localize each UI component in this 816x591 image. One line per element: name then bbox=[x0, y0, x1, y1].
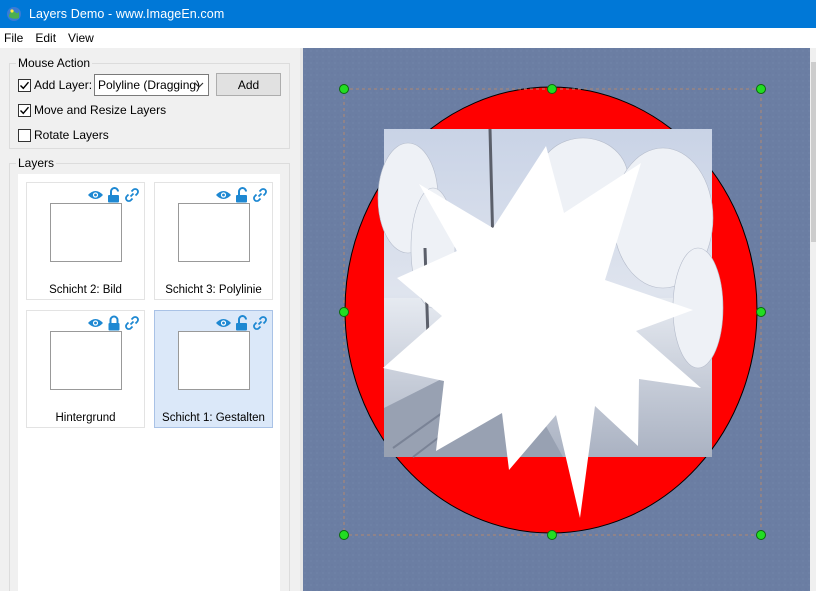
layer-label: Schicht 2: Bild bbox=[49, 284, 122, 296]
link-icon[interactable] bbox=[124, 187, 140, 203]
layer-label: Hintergrund bbox=[55, 412, 116, 424]
menu-file[interactable]: File bbox=[0, 31, 30, 45]
layer-thumbnail bbox=[50, 331, 122, 390]
rotate-label: Rotate Layers bbox=[34, 128, 109, 142]
link-icon[interactable] bbox=[252, 187, 268, 203]
link-icon[interactable] bbox=[124, 315, 140, 331]
layer-card-icons bbox=[87, 315, 140, 331]
unlock-icon[interactable] bbox=[235, 315, 249, 331]
link-icon[interactable] bbox=[252, 315, 268, 331]
eye-icon[interactable] bbox=[215, 317, 232, 329]
layer-label: Schicht 3: Polylinie bbox=[165, 284, 262, 296]
move-resize-checkbox-row[interactable]: Move and Resize Layers bbox=[18, 103, 166, 117]
scrollbar-thumb[interactable] bbox=[811, 62, 816, 242]
layer-card-icons bbox=[215, 187, 268, 203]
layer-card-icons bbox=[87, 187, 140, 203]
checkmark-icon bbox=[20, 81, 30, 89]
unlock-icon[interactable] bbox=[107, 187, 121, 203]
menu-edit[interactable]: Edit bbox=[30, 31, 63, 45]
app-icon bbox=[7, 7, 21, 21]
rotate-checkbox-row[interactable]: Rotate Layers bbox=[18, 128, 109, 142]
menu-bar: File Edit View bbox=[0, 28, 816, 48]
add-button[interactable]: Add bbox=[216, 73, 281, 96]
image-canvas[interactable] bbox=[303, 48, 810, 591]
layer-card-schicht-2[interactable]: Schicht 2: Bild bbox=[26, 182, 145, 300]
layer-card-schicht-1[interactable]: Schicht 1: Gestalten bbox=[154, 310, 273, 428]
layer-type-select[interactable]: Polyline (Dragging) bbox=[94, 74, 209, 96]
move-resize-checkbox[interactable] bbox=[18, 103, 31, 117]
add-layer-checkbox-row[interactable]: Add Layer: bbox=[18, 78, 92, 92]
resize-handle-bottom-right[interactable] bbox=[756, 530, 766, 540]
unlock-icon[interactable] bbox=[235, 187, 249, 203]
chevron-down-icon bbox=[194, 82, 204, 88]
add-layer-label: Add Layer: bbox=[34, 78, 93, 92]
layers-list[interactable]: Schicht 2: Bild Schicht 3: Polylinie Hin… bbox=[18, 174, 280, 591]
move-resize-label: Move and Resize Layers bbox=[34, 103, 167, 117]
resize-handle-top-left[interactable] bbox=[339, 84, 349, 94]
resize-handle-top[interactable] bbox=[547, 84, 557, 94]
layer-thumbnail bbox=[50, 203, 122, 262]
layer-card-schicht-3[interactable]: Schicht 3: Polylinie bbox=[154, 182, 273, 300]
eye-icon[interactable] bbox=[215, 189, 232, 201]
rotate-checkbox[interactable] bbox=[18, 128, 31, 142]
resize-handle-top-right[interactable] bbox=[756, 84, 766, 94]
lock-icon[interactable] bbox=[107, 315, 121, 331]
layer-type-value: Polyline (Dragging) bbox=[98, 78, 201, 92]
menu-view[interactable]: View bbox=[63, 31, 101, 45]
checkmark-icon bbox=[20, 106, 30, 114]
layer-thumbnail bbox=[178, 203, 250, 262]
layer-thumbnail bbox=[178, 331, 250, 390]
resize-handle-bottom-left[interactable] bbox=[339, 530, 349, 540]
add-layer-checkbox[interactable] bbox=[18, 78, 31, 92]
layer-card-hintergrund[interactable]: Hintergrund bbox=[26, 310, 145, 428]
resize-handle-bottom[interactable] bbox=[547, 530, 557, 540]
layers-title: Layers bbox=[16, 156, 57, 170]
layer-card-icons bbox=[215, 315, 268, 331]
title-bar: Layers Demo - www.ImageEn.com bbox=[0, 0, 816, 28]
resize-handle-left[interactable] bbox=[339, 307, 349, 317]
canvas-drawing bbox=[303, 48, 810, 591]
eye-icon[interactable] bbox=[87, 317, 104, 329]
mouse-action-title: Mouse Action bbox=[16, 56, 93, 70]
resize-handle-right[interactable] bbox=[756, 307, 766, 317]
layer-label: Schicht 1: Gestalten bbox=[162, 412, 265, 424]
eye-icon[interactable] bbox=[87, 189, 104, 201]
window-title: Layers Demo - www.ImageEn.com bbox=[29, 7, 225, 21]
